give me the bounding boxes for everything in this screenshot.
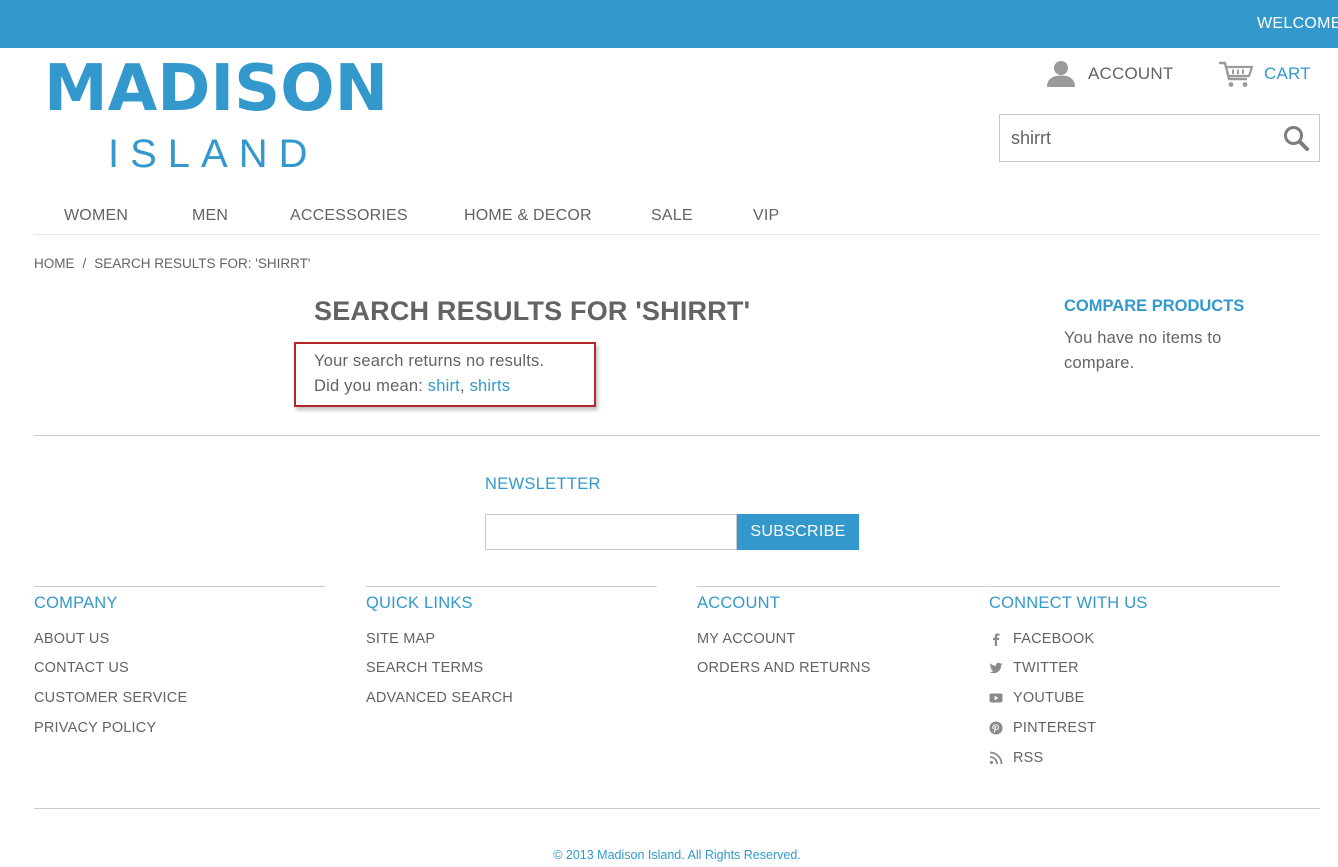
logo-text-top: MADISON: [44, 52, 389, 126]
rss-icon: [989, 751, 1003, 765]
suggestion-link-shirt[interactable]: shirt: [428, 377, 460, 395]
nav-item-home-decor[interactable]: HOME & DECOR: [464, 207, 592, 225]
footer-link-about-us[interactable]: ABOUT US: [34, 631, 109, 647]
footer-link-privacy-policy[interactable]: PRIVACY POLICY: [34, 720, 156, 736]
search-form: [999, 114, 1320, 162]
welcome-message: WELCOME: [1257, 15, 1338, 32]
footer-link-contact-us[interactable]: CONTACT US: [34, 660, 129, 676]
site-logo[interactable]: MADISON ISLAND: [44, 56, 388, 176]
pinterest-label: PINTEREST: [1013, 720, 1097, 736]
suggestion-comma: ,: [459, 377, 465, 395]
cart-icon: [1219, 61, 1254, 87]
facebook-icon: [993, 633, 1000, 646]
suggestion-line: Did you mean: shirt, shirts: [314, 377, 510, 396]
nav-item-men[interactable]: MEN: [192, 207, 228, 225]
footer-link-twitter[interactable]: TWITTER: [989, 660, 1079, 676]
breadcrumb-separator: /: [82, 256, 87, 271]
footer-link-rss[interactable]: RSS: [989, 750, 1043, 766]
search-button[interactable]: [1283, 125, 1309, 151]
footer-column-company: COMPANY ABOUT US CONTACT US CUSTOMER SER…: [34, 586, 325, 736]
copyright-text: © 2013 Madison Island. All Rights Reserv…: [553, 848, 801, 862]
twitter-label: TWITTER: [1013, 660, 1079, 676]
footer-link-orders-returns[interactable]: ORDERS AND RETURNS: [697, 660, 871, 676]
footer-divider: [34, 808, 1320, 809]
footer-link-my-account[interactable]: MY ACCOUNT: [697, 631, 795, 647]
logo-text-bottom: ISLAND: [108, 132, 319, 176]
suggestion-link-shirts[interactable]: shirts: [470, 377, 511, 395]
facebook-label: FACEBOOK: [1013, 631, 1095, 647]
nav-item-sale[interactable]: SALE: [651, 207, 693, 225]
youtube-label: YOUTUBE: [1013, 690, 1085, 706]
compare-products-text: You have no items to compare.: [1064, 329, 1222, 372]
rss-label: RSS: [1013, 750, 1044, 766]
breadcrumb-current: SEARCH RESULTS FOR: 'SHIRRT': [94, 256, 311, 271]
footer-connect-title: CONNECT WITH US: [989, 594, 1148, 612]
account-link[interactable]: ACCOUNT: [1046, 60, 1173, 88]
footer-quick-links-title: QUICK LINKS: [366, 594, 473, 612]
footer-link-advanced-search[interactable]: ADVANCED SEARCH: [366, 690, 513, 706]
newsletter-email-input[interactable]: [485, 514, 737, 550]
footer-link-search-terms[interactable]: SEARCH TERMS: [366, 660, 483, 676]
footer-company-title: COMPANY: [34, 594, 118, 612]
cart-link[interactable]: CART: [1218, 60, 1311, 88]
content-divider: [34, 435, 1320, 436]
nav-item-women[interactable]: WOMEN: [64, 207, 128, 225]
footer-column-connect: CONNECT WITH US FACEBOOK TWITTER YOUTUBE…: [989, 586, 1280, 766]
newsletter-title: NEWSLETTER: [485, 475, 601, 493]
top-bar: WELCOME: [0, 0, 1338, 48]
breadcrumb-home[interactable]: HOME: [34, 256, 75, 271]
footer-link-youtube[interactable]: YOUTUBE: [989, 690, 1085, 706]
no-results-message: Your search returns no results.: [314, 352, 545, 370]
twitter-icon: [989, 662, 1003, 674]
youtube-icon: [989, 693, 1003, 703]
nav-item-vip[interactable]: VIP: [753, 207, 779, 225]
footer-link-pinterest[interactable]: PINTEREST: [989, 720, 1096, 736]
subscribe-button[interactable]: SUBSCRIBE: [737, 514, 859, 550]
footer-column-quick-links: QUICK LINKS SITE MAP SEARCH TERMS ADVANC…: [366, 586, 657, 706]
pinterest-icon: [989, 721, 1003, 735]
search-icon: [1284, 126, 1309, 151]
account-icon: [1047, 61, 1075, 87]
account-label: ACCOUNT: [1088, 64, 1174, 83]
cart-label: CART: [1264, 64, 1311, 83]
nav-item-accessories[interactable]: ACCESSORIES: [290, 207, 408, 225]
search-input[interactable]: [1000, 115, 1270, 161]
footer-link-customer-service[interactable]: CUSTOMER SERVICE: [34, 690, 187, 706]
footer-link-site-map[interactable]: SITE MAP: [366, 631, 435, 647]
main-navigation: WOMEN MEN ACCESSORIES HOME & DECOR SALE …: [34, 198, 1320, 235]
breadcrumb: HOME / SEARCH RESULTS FOR: 'SHIRRT': [34, 256, 310, 271]
footer-link-facebook[interactable]: FACEBOOK: [989, 631, 1094, 647]
footer-column-account: ACCOUNT MY ACCOUNT ORDERS AND RETURNS: [697, 586, 988, 676]
page-title: SEARCH RESULTS FOR 'SHIRRT': [314, 296, 751, 326]
did-you-mean-label: Did you mean:: [314, 377, 423, 395]
footer-account-title: ACCOUNT: [697, 594, 780, 612]
compare-products-title: COMPARE PRODUCTS: [1064, 297, 1245, 315]
